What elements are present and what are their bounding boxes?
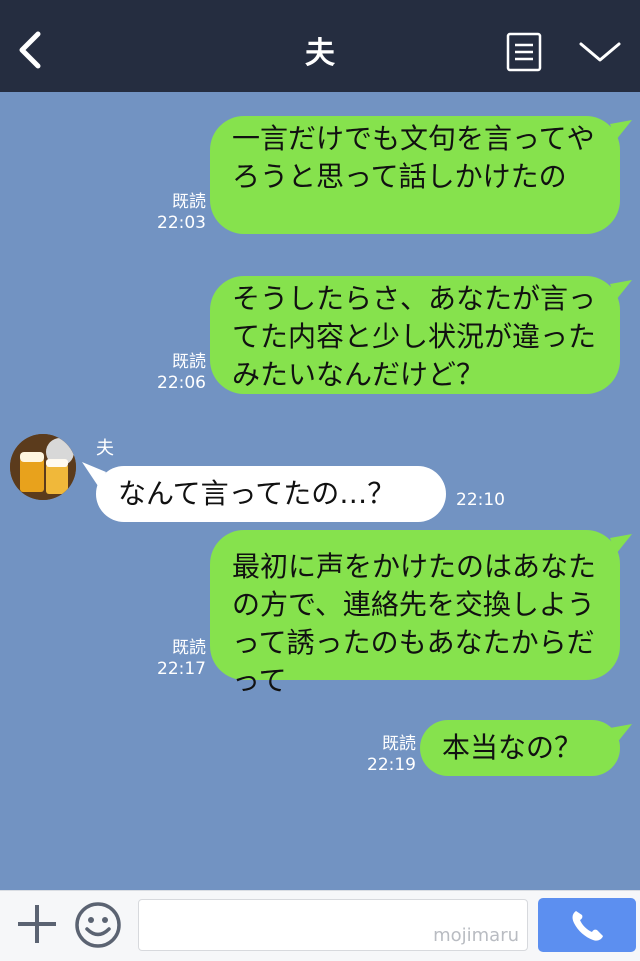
message-meta: 既読 22:06 [150,352,206,394]
message-time: 22:06 [157,373,206,393]
sender-name: 夫 [96,438,114,459]
outgoing-message-bubble[interactable]: 一言だけでも文句を言ってやろうと思って話しかけたの [210,116,620,234]
menu-icon[interactable] [506,32,542,72]
outgoing-message-bubble[interactable]: 本当なの？ [420,720,620,776]
outgoing-message-bubble[interactable]: そうしたらさ、あなたが言ってた内容と少し状況が違ったみたいなんだけど？ [210,276,620,394]
message-list: 既読 22:03 一言だけでも文句を言ってやろうと思って話しかけたの 既読 22… [0,92,640,890]
outgoing-message-bubble[interactable]: 最初に声をかけたのはあなたの方で、連絡先を交換しようって誘ったのもあなたからだっ… [210,530,620,697]
read-receipt: 既読 [382,734,416,754]
message-input[interactable]: mojimaru [138,899,528,951]
avatar[interactable] [10,434,76,500]
phone-icon [572,911,603,941]
message-meta: 既読 22:19 [360,734,416,776]
bubble-tail [610,534,632,554]
message-time: 22:19 [367,755,416,775]
plus-icon[interactable] [14,901,60,947]
watermark: mojimaru [433,925,519,946]
message-time: 22:03 [157,213,206,233]
message-input-bar: mojimaru [0,890,640,961]
beer-avatar-image [10,434,76,500]
bubble-tail [610,120,632,140]
chat-header: 夫 [0,0,640,92]
read-receipt: 既読 [172,638,206,658]
message-meta: 既読 22:03 [150,192,206,234]
message-time: 22:10 [456,490,505,510]
chevron-down-icon[interactable] [578,38,622,66]
read-receipt: 既読 [172,352,206,372]
smile-icon[interactable] [74,901,122,949]
call-button[interactable] [538,898,636,952]
incoming-message-bubble[interactable]: なんて言ってたの…？ [96,466,446,522]
chat-title: 夫 [305,36,335,71]
read-receipt: 既読 [172,192,206,212]
bubble-tail [610,724,632,744]
message-meta: 既読 22:17 [150,638,206,680]
bubble-tail [610,280,632,300]
message-time: 22:17 [157,659,206,679]
